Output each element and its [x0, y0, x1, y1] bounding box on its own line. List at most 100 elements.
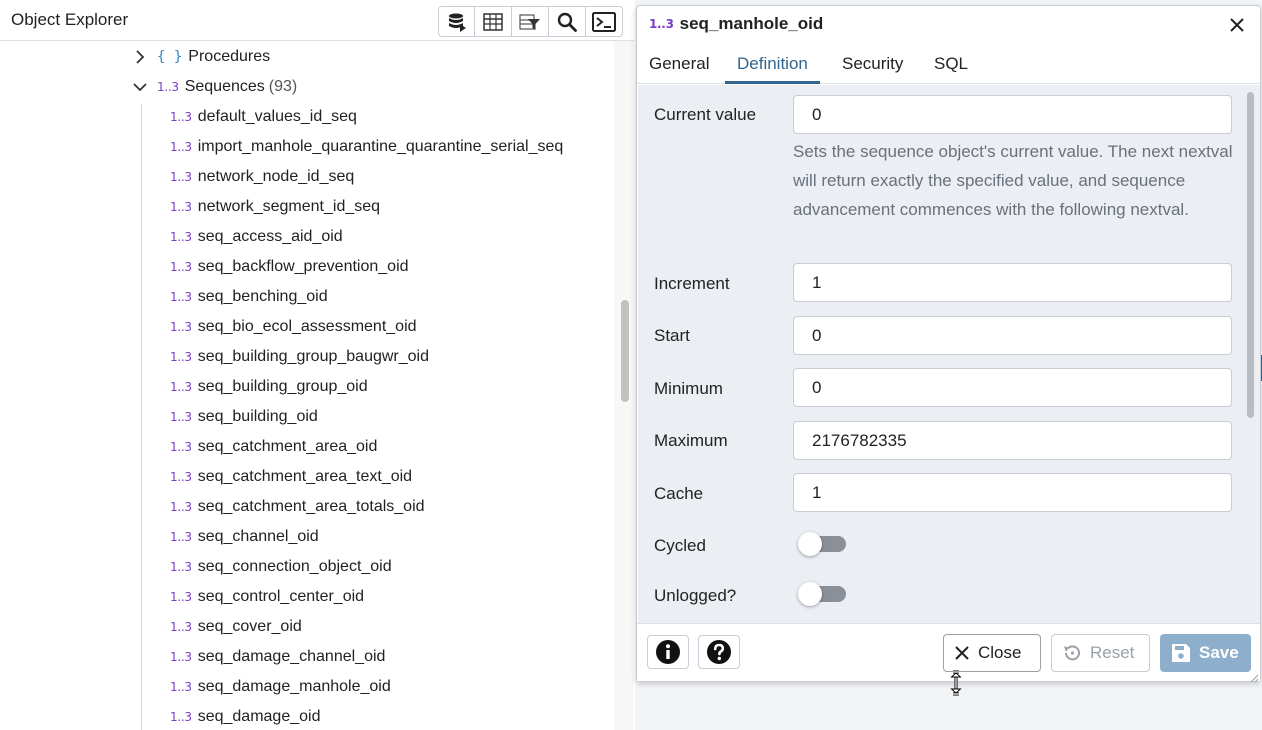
sequence-item[interactable]: 1..3 seq_control_center_oid	[170, 582, 364, 612]
sequence-item-label: seq_catchment_area_oid	[197, 438, 378, 455]
explorer-header: Object Explorer	[0, 0, 634, 41]
dialog-scrollbar-thumb[interactable]	[1247, 92, 1254, 418]
sequence-icon: 1..3	[170, 200, 192, 214]
sequence-item[interactable]: 1..3 seq_damage_manhole_oid	[170, 672, 391, 702]
cache-label: Cache	[654, 484, 704, 503]
tree-node-label: Sequences	[184, 78, 265, 95]
sequence-item-label: seq_damage_oid	[197, 708, 321, 725]
dialog-title-text: seq_manhole_oid	[679, 14, 824, 33]
object-explorer-panel: Object Explorer {} Procedures 1..3 Sequ…	[0, 0, 634, 730]
dialog-resize-handle[interactable]	[1249, 670, 1259, 683]
sequence-item-label: seq_control_center_oid	[197, 588, 365, 605]
sequence-item[interactable]: 1..3 seq_benching_oid	[170, 282, 328, 312]
view-data-button[interactable]	[475, 6, 512, 37]
current-value-help: Sets the sequence object's current value…	[793, 142, 1233, 219]
sequence-icon: 1..3	[170, 440, 192, 454]
sequence-item[interactable]: 1..3 network_node_id_seq	[170, 162, 354, 192]
cycled-label: Cycled	[654, 536, 706, 555]
sequence-item-label: seq_access_aid_oid	[197, 228, 343, 245]
sequence-item[interactable]: 1..3 seq_building_oid	[170, 402, 318, 432]
tree-node-label: Procedures	[188, 48, 271, 65]
current-value-input[interactable]: 0	[793, 95, 1232, 134]
sequence-item[interactable]: 1..3 seq_catchment_area_totals_oid	[170, 492, 425, 522]
sequence-item-label: seq_benching_oid	[197, 288, 328, 305]
unlogged-toggle[interactable]	[798, 580, 846, 608]
start-input[interactable]: 0	[793, 316, 1232, 355]
sequence-icon: 1..3	[170, 680, 192, 694]
sequence-item[interactable]: 1..3 default_values_id_seq	[170, 102, 357, 132]
sequence-icon: 1..3	[170, 560, 192, 574]
search-icon	[557, 12, 577, 32]
query-tool-button[interactable]	[438, 6, 475, 37]
chevron-right-icon[interactable]	[131, 42, 149, 72]
dialog-title[interactable]: 1..3 seq_manhole_oid	[649, 14, 823, 34]
sequence-item[interactable]: 1..3 seq_backflow_prevention_oid	[170, 252, 409, 282]
sequence-item-label: seq_channel_oid	[197, 528, 319, 545]
toggle-knob	[798, 582, 822, 606]
explorer-toolbar	[438, 6, 623, 37]
dialog-close-button[interactable]	[1228, 16, 1246, 34]
sequence-icon: 1..3	[170, 620, 192, 634]
sequence-item-label: seq_building_group_baugwr_oid	[197, 348, 429, 365]
sequence-item-label: network_segment_id_seq	[197, 198, 381, 215]
sequence-item[interactable]: 1..3 seq_damage_oid	[170, 702, 320, 730]
sequence-icon: 1..3	[170, 260, 192, 274]
sequence-icon: 1..3	[170, 290, 192, 304]
reset-button[interactable]: Reset	[1051, 634, 1150, 672]
floppy-disk-icon	[1172, 644, 1190, 662]
tree-guide-line	[141, 104, 142, 730]
minimum-label: Minimum	[654, 379, 723, 398]
save-button[interactable]: Save	[1160, 634, 1251, 672]
sequence-item-label: seq_backflow_prevention_oid	[197, 258, 409, 275]
terminal-icon	[592, 11, 616, 32]
tab-security[interactable]: Security	[830, 44, 915, 84]
cache-input[interactable]: 1	[793, 473, 1232, 512]
sequence-item-label: seq_catchment_area_text_oid	[197, 468, 413, 485]
sequence-icon: 1..3	[170, 380, 192, 394]
filtered-rows-button[interactable]	[512, 6, 549, 37]
explorer-scrollbar-thumb[interactable]	[621, 300, 629, 402]
cycled-toggle[interactable]	[798, 530, 846, 558]
sequence-icon: 1..3	[170, 530, 192, 544]
sequence-icon: 1..3	[170, 470, 192, 484]
info-button[interactable]	[647, 635, 689, 669]
tree-node-procedures[interactable]: { } Procedures	[131, 42, 270, 72]
sequence-item[interactable]: 1..3 seq_connection_object_oid	[170, 552, 392, 582]
sequence-item[interactable]: 1..3 seq_catchment_area_oid	[170, 432, 377, 462]
psql-tool-button[interactable]	[586, 6, 623, 37]
sequence-item[interactable]: 1..3 import_manhole_quarantine_quarantine…	[170, 132, 563, 162]
sequence-item[interactable]: 1..3 seq_access_aid_oid	[170, 222, 343, 252]
tree-node-sequences[interactable]: 1..3 Sequences (93)	[131, 72, 297, 102]
sequence-item-label: seq_building_group_oid	[197, 378, 368, 395]
help-button[interactable]	[698, 635, 740, 669]
minimum-input[interactable]: 0	[793, 368, 1232, 407]
save-button-label: Save	[1199, 643, 1239, 662]
sequence-item[interactable]: 1..3 network_segment_id_seq	[170, 192, 380, 222]
sequence-icon: 1..3	[170, 140, 192, 154]
increment-input[interactable]: 1	[793, 263, 1232, 302]
search-objects-button[interactable]	[549, 6, 586, 37]
tab-general[interactable]: General	[637, 44, 721, 84]
sequence-item[interactable]: 1..3 seq_channel_oid	[170, 522, 319, 552]
maximum-input[interactable]: 2176782335	[793, 421, 1232, 460]
sequence-item[interactable]: 1..3 seq_building_group_oid	[170, 372, 368, 402]
sequence-item[interactable]: 1..3 seq_cover_oid	[170, 612, 302, 642]
sequence-icon: 1..3	[170, 650, 192, 664]
chevron-down-icon[interactable]	[131, 72, 149, 102]
sequence-item[interactable]: 1..3 seq_building_group_baugwr_oid	[170, 342, 429, 372]
tab-sql[interactable]: SQL	[922, 44, 980, 84]
sequence-item[interactable]: 1..3 seq_damage_channel_oid	[170, 642, 385, 672]
tree-node-count: (93)	[268, 78, 298, 95]
close-button[interactable]: Close	[943, 634, 1041, 672]
sequence-item-label: import_manhole_quarantine_quarantine_ser…	[197, 138, 564, 155]
sequence-item[interactable]: 1..3 seq_catchment_area_text_oid	[170, 462, 412, 492]
sequence-item[interactable]: 1..3 seq_bio_ecol_assessment_oid	[170, 312, 417, 342]
dialog-tabs: General Definition Security SQL	[637, 44, 1260, 84]
sequence-properties-dialog: 1..3 seq_manhole_oid General Definition …	[636, 5, 1261, 683]
current-value-label: Current value	[654, 105, 757, 124]
sequence-item-label: seq_bio_ecol_assessment_oid	[197, 318, 417, 335]
sequence-item-label: network_node_id_seq	[197, 168, 355, 185]
close-icon	[1230, 18, 1244, 32]
sequence-item-label: seq_cover_oid	[197, 618, 302, 635]
tab-definition[interactable]: Definition	[725, 44, 820, 84]
